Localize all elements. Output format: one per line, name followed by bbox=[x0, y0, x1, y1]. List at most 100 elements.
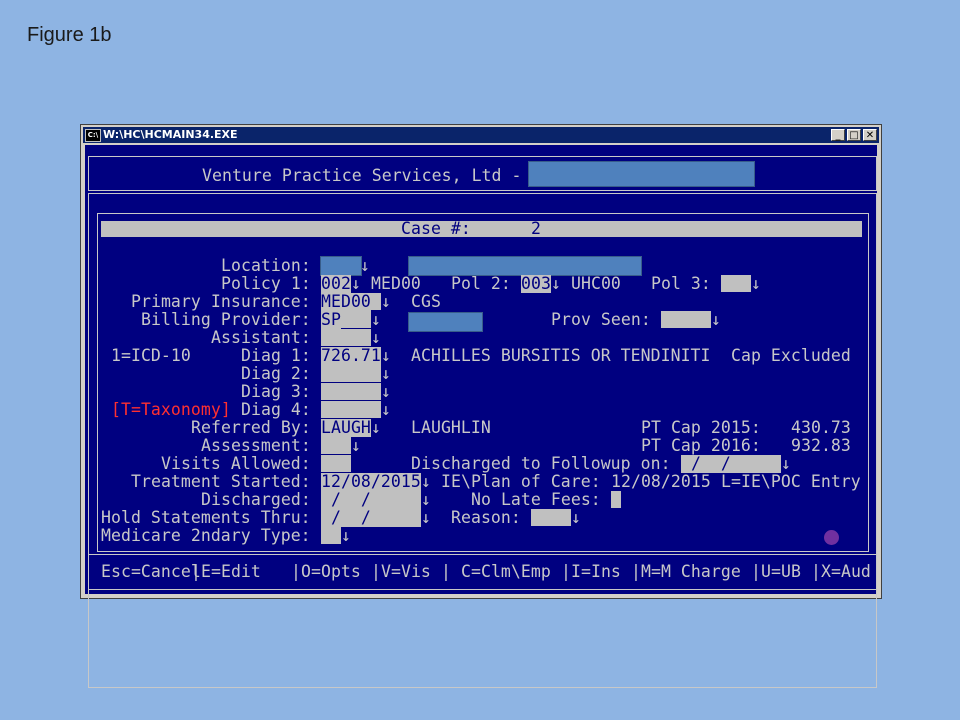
footer-opts[interactable]: O=Opts bbox=[301, 563, 361, 581]
visits-allowed-label: Visits Allowed: bbox=[161, 454, 311, 473]
discharged-label: Discharged: bbox=[201, 490, 311, 509]
diag4-field[interactable] bbox=[321, 401, 381, 418]
primary-insurance-code-field[interactable]: MED00 bbox=[321, 293, 371, 311]
assistant-field[interactable] bbox=[321, 329, 371, 346]
discharged-date-field[interactable]: / / bbox=[321, 491, 421, 509]
footer-ub[interactable]: U=UB bbox=[761, 563, 801, 581]
arrow-icon: ↓ bbox=[421, 508, 431, 527]
taxonomy-hint: [T=Taxonomy] bbox=[111, 400, 231, 419]
plan-of-care-date: 12/08/2015 bbox=[611, 472, 711, 491]
arrow-icon: ↓ bbox=[551, 274, 561, 293]
visits-allowed-field[interactable] bbox=[321, 455, 351, 472]
diag2-field[interactable] bbox=[321, 365, 381, 382]
no-late-fees-label: No Late Fees: bbox=[471, 490, 601, 509]
footer-sep: | bbox=[441, 562, 451, 581]
prov-seen-label: Prov Seen: bbox=[551, 310, 651, 329]
reason-field[interactable] bbox=[531, 509, 571, 526]
cap-status: Cap Excluded bbox=[731, 346, 851, 365]
case-number: 2 bbox=[531, 219, 541, 238]
billing-provider-label: Billing Provider: bbox=[141, 310, 311, 329]
no-late-fees-field[interactable] bbox=[611, 491, 621, 508]
policy1-name: MED00 bbox=[371, 274, 421, 293]
primary-insurance-field-pad bbox=[371, 293, 381, 310]
diag1-code-field[interactable]: 726.71 bbox=[321, 347, 381, 365]
footer-aud[interactable]: X=Aud bbox=[821, 563, 871, 581]
diag3-field[interactable] bbox=[321, 383, 381, 400]
medicare-2ndary-label: Medicare 2ndary Type: bbox=[101, 526, 311, 545]
footer-m-charge[interactable]: M=M Charge bbox=[641, 563, 741, 581]
arrow-icon: ↓ bbox=[360, 256, 370, 275]
arrow-icon: ↓ bbox=[381, 400, 391, 419]
arrow-icon: ↓ bbox=[421, 472, 431, 491]
footer-ins[interactable]: I=Ins bbox=[571, 563, 621, 581]
treatment-started-label: Treatment Started: bbox=[131, 472, 311, 491]
treatment-started-field[interactable]: 12/08/2015 bbox=[321, 473, 421, 491]
assessment-field[interactable] bbox=[321, 437, 351, 454]
arrow-icon: ↓ bbox=[381, 292, 391, 311]
diag4-label: Diag 4: bbox=[241, 400, 311, 419]
pol2-name: UHC00 bbox=[571, 274, 621, 293]
arrow-icon: ↓ bbox=[781, 454, 791, 473]
location-field[interactable] bbox=[320, 256, 362, 276]
arrow-icon: ↓ bbox=[371, 418, 381, 437]
pt-cap-2015-value: 430.73 bbox=[791, 418, 851, 437]
footer-esc-cancel[interactable]: Esc=Cancel bbox=[101, 563, 201, 581]
followup-date-field[interactable]: / / bbox=[681, 455, 781, 473]
footer-clm-emp[interactable]: C=Clm\Emp bbox=[461, 563, 551, 581]
footer-edit[interactable]: E=Edit bbox=[201, 563, 261, 581]
arrow-icon: ↓ bbox=[711, 310, 721, 329]
minimize-button[interactable]: _ bbox=[831, 129, 845, 141]
arrow-icon: ↓ bbox=[351, 436, 361, 455]
arrow-icon: ↓ bbox=[571, 508, 581, 527]
close-button[interactable]: ✕ bbox=[863, 129, 877, 141]
prov-seen-field[interactable] bbox=[661, 311, 711, 328]
pol3-label: Pol 3: bbox=[651, 274, 711, 293]
referred-code-field[interactable]: LAUGH bbox=[321, 419, 371, 437]
pt-cap-2015-label: PT Cap 2015: bbox=[641, 418, 761, 437]
icd-mode-label: 1=ICD-10 bbox=[111, 346, 191, 365]
case-bar bbox=[101, 221, 862, 237]
hold-statements-field[interactable]: / / bbox=[321, 509, 421, 527]
footer-sep: | bbox=[631, 562, 641, 581]
assistant-label: Assistant: bbox=[211, 328, 311, 347]
console-window: C:\ W:\HC\HCMAIN34.EXE _ □ ✕ Venture Pra… bbox=[80, 124, 882, 688]
case-label: Case #: bbox=[401, 219, 471, 238]
footer-sep: | bbox=[811, 562, 821, 581]
pol2-code-field[interactable]: 003 bbox=[521, 275, 551, 293]
referred-name: LAUGHLIN bbox=[411, 418, 491, 437]
billing-provider-field-pad bbox=[341, 311, 371, 328]
maximize-button[interactable]: □ bbox=[847, 129, 861, 141]
arrow-icon: ↓ bbox=[351, 274, 361, 293]
footer-sep: | bbox=[191, 562, 201, 581]
footer-sep: | bbox=[561, 562, 571, 581]
console-app-icon: C:\ bbox=[85, 129, 101, 142]
redacted-provider-name bbox=[408, 312, 483, 332]
reason-label: Reason: bbox=[451, 508, 521, 527]
footer-sep: | bbox=[371, 562, 381, 581]
arrow-icon: ↓ bbox=[381, 364, 391, 383]
diag1-label: Diag 1: bbox=[241, 346, 311, 365]
footer-vis[interactable]: V=Vis bbox=[381, 563, 431, 581]
redacted-location-name bbox=[408, 256, 642, 276]
policy1-code-field[interactable]: 002 bbox=[321, 275, 351, 293]
billing-provider-field[interactable]: SP bbox=[321, 311, 341, 329]
arrow-icon: ↓ bbox=[371, 310, 381, 329]
hold-statements-label: Hold Statements Thru: bbox=[101, 508, 311, 527]
location-label: Location: bbox=[221, 256, 311, 275]
annotation-marker bbox=[824, 530, 839, 545]
console-screen: Venture Practice Services, Ltd - Case #:… bbox=[85, 145, 877, 688]
arrow-icon: ↓ bbox=[421, 490, 431, 509]
pt-cap-2016-label: PT Cap 2016: bbox=[641, 436, 761, 455]
policy1-label: Policy 1: bbox=[221, 274, 311, 293]
footer-sep: | bbox=[751, 562, 761, 581]
pt-cap-2016-value: 932.83 bbox=[791, 436, 851, 455]
pol3-field[interactable] bbox=[721, 275, 751, 292]
plan-of-care-label: IE\Plan of Care: bbox=[441, 472, 601, 491]
poc-entry-hint: L=IE\POC Entry bbox=[721, 472, 861, 491]
medicare-2ndary-field[interactable] bbox=[321, 527, 341, 544]
discharged-followup-label: Discharged to Followup on: bbox=[411, 454, 671, 473]
redacted-patient-name bbox=[528, 161, 755, 187]
arrow-icon: ↓ bbox=[341, 526, 351, 545]
company-name: Venture Practice Services, Ltd - bbox=[202, 166, 522, 185]
figure-label: Figure 1b bbox=[27, 24, 112, 46]
